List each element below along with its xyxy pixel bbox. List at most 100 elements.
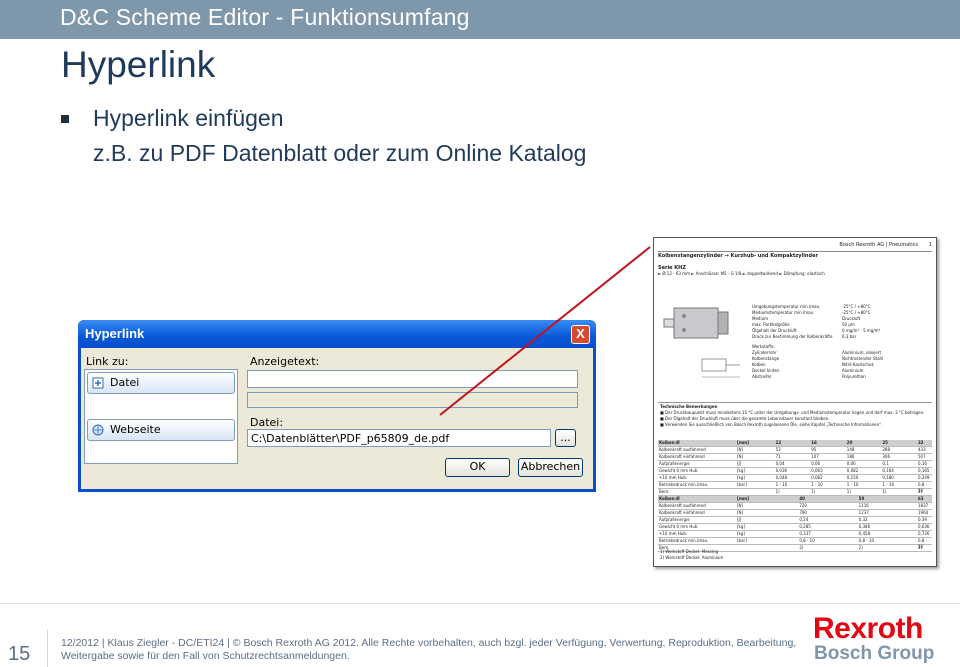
- property-label: Medium: [752, 316, 768, 321]
- bullet-subtext: z.B. zu PDF Datenblatt oder zum Online K…: [93, 140, 587, 166]
- bosch-group-logo: Bosch Group: [814, 643, 935, 664]
- table-cell: 148: [846, 447, 855, 452]
- note-item: ■ Der Druckbaupunkt muss mindestens 15 °…: [660, 410, 925, 415]
- link-item-webpage[interactable]: Webseite: [87, 419, 235, 441]
- footer-separator: [47, 630, 48, 667]
- table-cell: 1): [882, 489, 887, 494]
- material-value: Aluminium, eloxiert: [842, 350, 882, 355]
- table-cell: Kolbenkraft ausfahrend: [659, 503, 706, 508]
- table-cell: 16: [811, 440, 817, 445]
- material-label: Abstreifer: [752, 374, 772, 379]
- table-cell: Gewicht 0 mm Hub: [659, 524, 698, 529]
- table-cell: 40: [799, 496, 805, 501]
- dialog-title: Hyperlink: [85, 326, 145, 341]
- table-cell: Aufprallenergie: [659, 461, 690, 466]
- footer-copyright: 12/2012 | Klaus Ziegler - DC/ETI24 | © B…: [61, 637, 797, 662]
- table-cell: Betriebsdruck min./max.: [659, 482, 709, 487]
- sheet-page: 1: [928, 242, 932, 248]
- table-cell: [mm]: [737, 440, 749, 445]
- table-cell: 1): [811, 489, 816, 494]
- table-cell: Aufprallenergie: [659, 517, 690, 522]
- material-label: Kolbenstange: [752, 356, 780, 361]
- table-cell: 0,165: [918, 468, 930, 473]
- table-cell: 186: [846, 454, 855, 459]
- table-cell: Bem.: [659, 489, 670, 494]
- link-to-label: Link zu:: [86, 355, 129, 368]
- header-title: D&C Scheme Editor - Funktionsumfang: [60, 4, 470, 30]
- table-cell: 790: [799, 510, 807, 515]
- table-cell: 1964: [918, 510, 929, 515]
- dialog-body: Link zu: Datei Webseite Anzeigetext: Dat…: [81, 348, 593, 489]
- material-value: Polyurethan: [842, 374, 866, 379]
- file-link-icon: [92, 377, 104, 389]
- table-cell: 0,150: [846, 475, 859, 480]
- table-cell: Kolben-Ø: [659, 496, 680, 501]
- table-cell: 0,636: [918, 524, 930, 529]
- material-value: Nichtrostender Stahl: [842, 356, 884, 361]
- cancel-button[interactable]: Abbrechen: [518, 458, 583, 477]
- table-cell: 25: [882, 440, 888, 445]
- table-cell: 1116: [858, 503, 869, 508]
- table-cell: 507: [918, 454, 926, 459]
- property-value: 0 mg/m³ - 5 mg/m³: [842, 328, 881, 333]
- material-value: Aluminium: [842, 368, 864, 373]
- display-text-field-extension: [247, 392, 578, 408]
- browse-button[interactable]: ...: [555, 429, 576, 447]
- table-cell: 433: [918, 447, 926, 452]
- link-item-file[interactable]: Datei: [87, 372, 235, 394]
- table-cell: 0,036: [775, 468, 788, 473]
- table-cell: 0,063: [811, 468, 823, 473]
- table-cell: 0,337: [799, 531, 811, 536]
- table-cell: [kg]: [737, 531, 745, 536]
- table-cell: 0,04: [775, 461, 785, 466]
- spec-table-1-row: Betriebsdruck min./max. [bar] 1 - 10 1 - 10…: [658, 482, 932, 493]
- file-path-input[interactable]: C:\Datenblätter\PDF_p65809_de.pdf: [247, 429, 551, 447]
- link-item-file-label: Datei: [110, 376, 140, 389]
- spec-table-1-row: Bem. 1) 1) 1) 1) 2): [658, 489, 932, 496]
- table-cell: 1837: [918, 503, 929, 508]
- table-cell: [bar]: [737, 538, 747, 543]
- table-cell: 0,24: [799, 517, 809, 522]
- property-value: Druckluft: [842, 316, 861, 321]
- table-cell: [kg]: [737, 524, 745, 529]
- material-label: Zylinderrohr: [752, 350, 777, 355]
- dialog-titlebar[interactable]: Hyperlink X: [78, 320, 596, 348]
- table-cell: 1 - 10: [882, 482, 895, 487]
- table-cell: 0,1: [882, 461, 889, 466]
- table-cell: 0,16: [918, 461, 927, 466]
- table-cell: 0,8 - 10: [858, 538, 875, 543]
- spec-table-2-row: Betriebsdruck min./max. [bar] 0,8 - 10 0,8 …: [658, 538, 932, 549]
- bullet-square-icon: [61, 115, 69, 123]
- spec-table-2-row: Aufprallenergie [J] 0,24 0,32 0,39: [658, 517, 932, 524]
- table-cell: 32: [918, 440, 924, 445]
- table-cell: 0,164: [882, 468, 894, 473]
- table-cell: [N]: [737, 510, 744, 515]
- table-cell: [bar]: [737, 482, 747, 487]
- link-to-panel: Datei Webseite: [84, 369, 238, 464]
- material-value: Nitril-Kautschuk: [842, 362, 874, 367]
- close-icon[interactable]: X: [571, 325, 590, 344]
- table-cell: 0,285: [799, 524, 811, 529]
- table-cell: Kolben-Ø: [659, 440, 680, 445]
- material-label: Deckel hinten: [752, 368, 780, 373]
- file-label: Datei:: [250, 416, 284, 429]
- table-cell: [kg]: [737, 475, 745, 480]
- cylinder-image: [663, 307, 729, 339]
- property-value: -25°C / +80°C: [842, 304, 871, 309]
- display-text-field[interactable]: [247, 370, 578, 388]
- sheet-header: Bosch Rexroth AG | Pneumatics 1: [658, 241, 932, 252]
- table-cell: 0,249: [918, 475, 930, 480]
- table-cell: 0,39: [918, 517, 927, 522]
- table-cell: 2): [918, 489, 923, 494]
- webpage-link-icon: [92, 424, 104, 436]
- table-cell: 306: [882, 454, 891, 459]
- note-item: ■ Verwenden Sie ausschließlich von Bosch…: [660, 422, 883, 427]
- table-cell: 0,06: [846, 461, 856, 466]
- table-cell: 0,082: [846, 468, 859, 473]
- ok-button[interactable]: OK: [445, 458, 510, 477]
- slide-title: Hyperlink: [61, 44, 216, 85]
- spec-table-1-row: Aufprallenergie [J] 0,04 0,06 0,06 0,1 0,16: [658, 461, 932, 468]
- notes-title: Technische Bemerkungen: [660, 404, 718, 409]
- spec-table-2-row: Gewicht 0 mm Hub [kg] 0,285 0,386 0,636: [658, 524, 932, 531]
- spec-table-2-row: Kolben-Ø [mm] 40 50 63: [658, 496, 932, 503]
